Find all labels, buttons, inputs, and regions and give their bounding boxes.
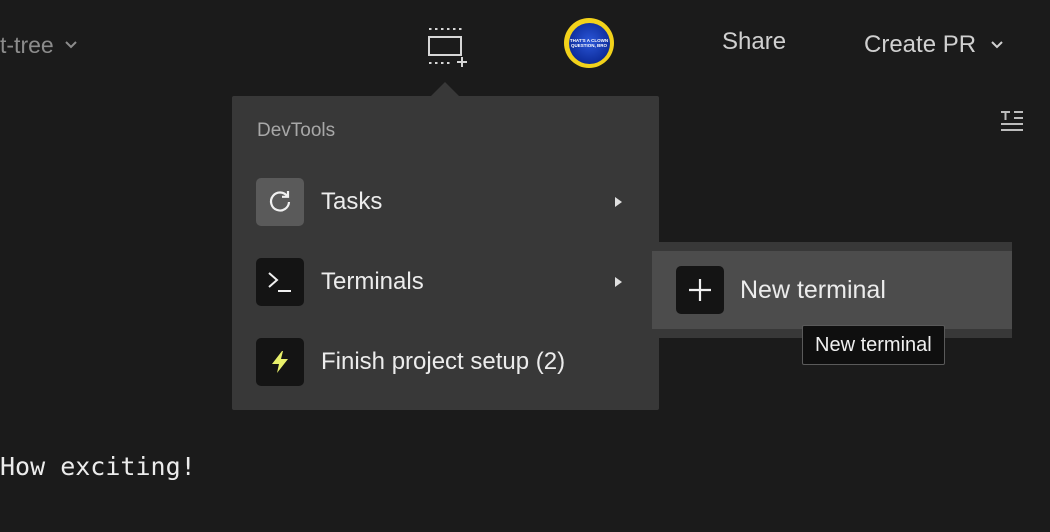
branch-selector[interactable]: t-tree (0, 30, 78, 60)
refresh-icon (256, 178, 304, 226)
menu-item-tasks[interactable]: Tasks (256, 178, 632, 226)
avatar[interactable]: THAT'S A CLOWN QUESTION, BRO (564, 18, 614, 68)
submenu-arrow-icon (615, 277, 622, 287)
menu-item-label: Finish project setup (2) (321, 348, 566, 375)
submenu-item-label: New terminal (740, 275, 886, 304)
lightning-icon (256, 338, 304, 386)
submenu-item-new-terminal[interactable]: New terminal (652, 251, 1012, 329)
branch-name: t-tree (0, 31, 54, 58)
create-pr-label: Create PR (864, 31, 977, 58)
add-screen-icon (428, 28, 467, 67)
avatar-image: THAT'S A CLOWN QUESTION, BRO (568, 22, 610, 64)
create-pr-button[interactable]: Create PR (864, 28, 1004, 62)
menu-item-terminals[interactable]: Terminals (256, 258, 632, 306)
menu-item-label: Tasks (321, 188, 383, 215)
devtools-menu: DevTools Tasks Terminals Finish project … (232, 96, 659, 410)
editor-line[interactable]: How exciting! (0, 452, 196, 481)
menu-item-label: Terminals (321, 268, 424, 295)
plus-icon (676, 266, 724, 314)
menu-item-finish-project-setup[interactable]: Finish project setup (2) (256, 338, 632, 386)
format-options-icon[interactable] (998, 108, 1026, 134)
tooltip: New terminal (802, 325, 945, 365)
menu-caret (431, 82, 459, 96)
terminals-submenu: New terminal (652, 242, 1012, 338)
submenu-arrow-icon (615, 197, 622, 207)
chevron-down-icon (64, 41, 77, 49)
share-button[interactable]: Share (722, 28, 786, 62)
devtools-button[interactable] (420, 22, 472, 70)
chevron-down-icon[interactable] (990, 40, 1004, 50)
terminal-icon (256, 258, 304, 306)
menu-header: DevTools (257, 120, 336, 141)
avatar-text-line2: QUESTION, BRO (570, 43, 607, 48)
